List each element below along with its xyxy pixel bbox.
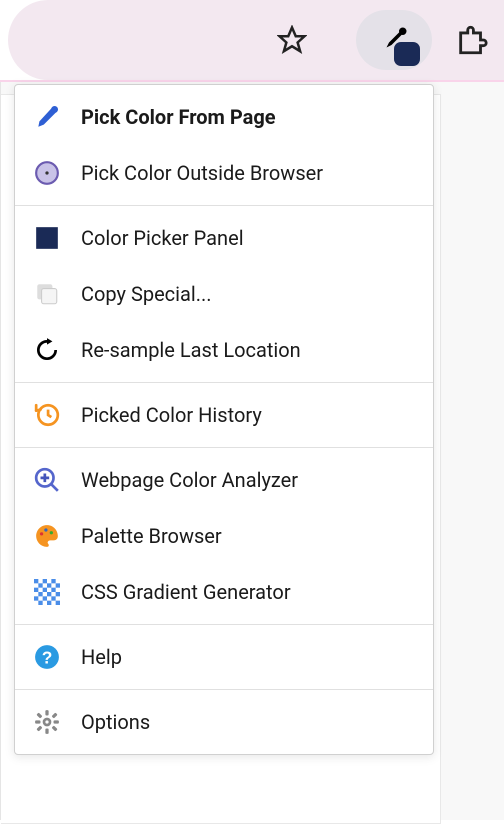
extension-popup-menu: Pick Color From Page Pick Color Outside … <box>14 84 434 755</box>
menu-group-help: ? Help <box>15 625 433 690</box>
menu-item-options[interactable]: Options <box>15 694 433 750</box>
checker-icon <box>33 578 61 606</box>
menu-item-color-picker-panel[interactable]: Color Picker Panel <box>15 210 433 266</box>
help-icon: ? <box>33 643 61 671</box>
menu-item-label: Webpage Color Analyzer <box>81 468 298 492</box>
eyedropper-icon <box>33 103 61 131</box>
menu-item-analyzer[interactable]: Webpage Color Analyzer <box>15 452 433 508</box>
bookmark-star-icon[interactable] <box>276 24 308 56</box>
menu-group-pick: Pick Color From Page Pick Color Outside … <box>15 85 433 206</box>
menu-item-pick-outside[interactable]: Pick Color Outside Browser <box>15 145 433 201</box>
menu-group-history: Picked Color History <box>15 383 433 448</box>
svg-text:?: ? <box>42 648 53 668</box>
copy-icon <box>33 280 61 308</box>
clock-icon <box>33 401 61 429</box>
menu-item-label: CSS Gradient Generator <box>81 580 291 604</box>
menu-group-options: Options <box>15 690 433 754</box>
menu-item-history[interactable]: Picked Color History <box>15 387 433 443</box>
menu-item-palette[interactable]: Palette Browser <box>15 508 433 564</box>
menu-item-copy-special[interactable]: Copy Special... <box>15 266 433 322</box>
circle-target-icon <box>33 159 61 187</box>
magnify-plus-icon <box>33 466 61 494</box>
browser-toolbar <box>8 0 504 80</box>
extensions-puzzle-icon[interactable] <box>450 18 494 62</box>
menu-item-label: Picked Color History <box>81 403 262 427</box>
menu-item-label: Pick Color From Page <box>81 105 276 129</box>
menu-item-label: Pick Color Outside Browser <box>81 161 323 185</box>
menu-item-gradient[interactable]: CSS Gradient Generator <box>15 564 433 620</box>
menu-group-analyze: Webpage Color Analyzer Palette Browser <box>15 448 433 625</box>
menu-item-resample[interactable]: Re-sample Last Location <box>15 322 433 378</box>
extension-badge <box>394 42 420 66</box>
menu-item-label: Options <box>81 710 150 734</box>
color-picker-extension-button[interactable] <box>356 10 432 70</box>
menu-item-label: Copy Special... <box>81 282 212 306</box>
refresh-icon <box>33 336 61 364</box>
menu-item-label: Palette Browser <box>81 524 222 548</box>
gear-icon <box>33 708 61 736</box>
menu-item-label: Color Picker Panel <box>81 226 244 250</box>
palette-icon <box>33 522 61 550</box>
menu-group-tools: Color Picker Panel Copy Special... Re-sa… <box>15 206 433 383</box>
square-icon <box>33 224 61 252</box>
menu-item-help[interactable]: ? Help <box>15 629 433 685</box>
menu-item-label: Re-sample Last Location <box>81 338 301 362</box>
menu-item-label: Help <box>81 645 122 669</box>
menu-item-pick-from-page[interactable]: Pick Color From Page <box>15 89 433 145</box>
